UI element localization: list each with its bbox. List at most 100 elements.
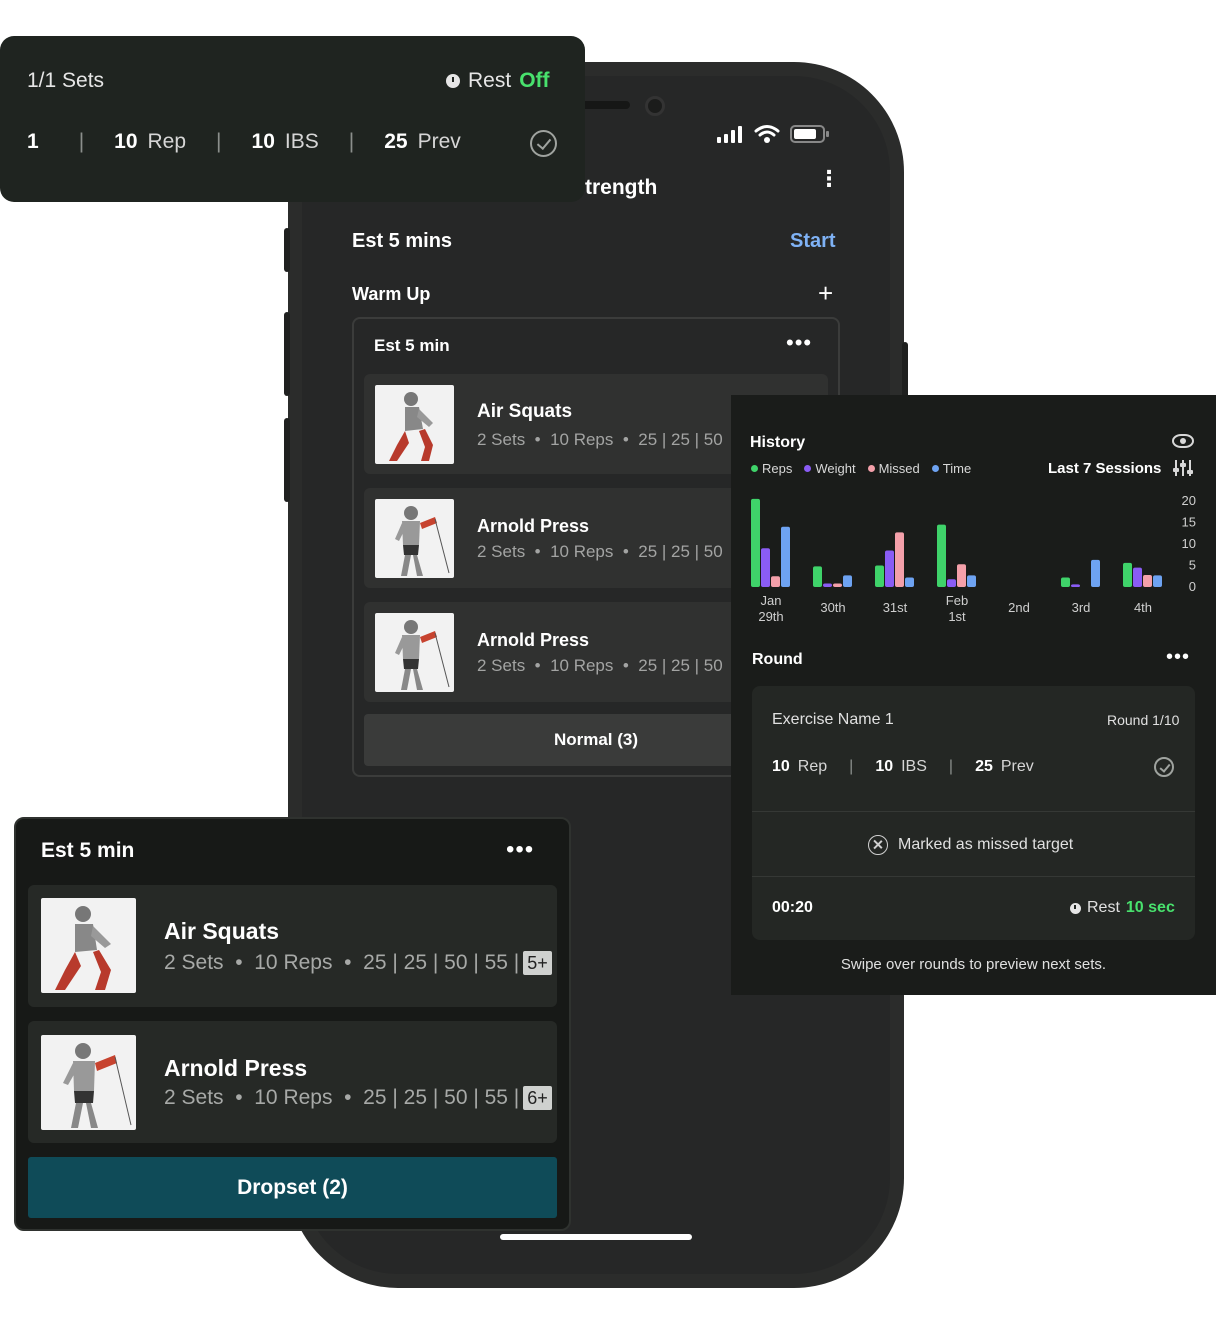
arnold-press-image [375, 499, 454, 578]
dot-separator: • [332, 1086, 364, 1109]
dot-separator: • [223, 1086, 255, 1109]
extra-sets-badge: 5+ [523, 951, 552, 975]
chart-bar-missed [771, 576, 780, 587]
reps-value[interactable]: 10 [772, 758, 790, 776]
filter-icon[interactable] [1173, 460, 1193, 476]
exercise-name: Exercise Name 1 [772, 711, 894, 728]
reps-unit: Rep [147, 130, 187, 153]
kebab-icon[interactable]: ⋮ [818, 168, 840, 190]
reps-count: 10 Reps [550, 656, 614, 675]
round-heading: Round [752, 651, 803, 668]
arnold-press-image [41, 1035, 136, 1130]
weight-unit: IBS [901, 758, 927, 775]
sets-count: 2 Sets [164, 951, 224, 974]
more-options-icon[interactable]: ••• [1166, 646, 1190, 669]
chart-bar-missed [833, 583, 842, 587]
check-circle-icon[interactable] [1154, 757, 1174, 777]
sessions-range[interactable]: Last 7 Sessions [1048, 460, 1161, 477]
phone-volume-up [284, 312, 290, 396]
reps-value[interactable]: 10 [114, 130, 137, 154]
air-squats-image [375, 385, 454, 464]
divider: | [948, 758, 954, 775]
weights: 25 | 25 | 50 | 55 | [363, 1086, 520, 1109]
extra-sets-badge: 6+ [523, 1086, 552, 1110]
wifi-icon [754, 125, 780, 143]
reps-count: 10 Reps [550, 542, 614, 561]
weight-value[interactable]: 10 [875, 758, 893, 776]
y-tick-label: 0 [1189, 579, 1196, 594]
round-values: 10 Rep | 10 IBS | 25 Prev [772, 758, 1034, 776]
legend-item: Reps [751, 461, 792, 476]
warmup-heading: Warm Up [352, 284, 431, 304]
reps-count: 10 Reps [254, 951, 333, 974]
x-tick-label: 31st [883, 600, 908, 615]
clock-icon [446, 74, 460, 88]
chart-bar-weight [761, 548, 770, 587]
phone-volume-down [284, 418, 290, 502]
check-circle-icon[interactable] [530, 130, 557, 157]
sets-count: 2 Sets [477, 430, 526, 449]
dot-separator: • [613, 430, 639, 449]
add-icon[interactable]: + [818, 278, 833, 309]
chart-bar-time [843, 575, 852, 587]
home-indicator [500, 1234, 692, 1240]
dot-separator: • [613, 656, 639, 675]
weight-unit: IBS [284, 130, 319, 153]
chart-bar-weight [885, 550, 894, 587]
phone-camera [645, 96, 665, 116]
exercise-name: Arnold Press [477, 630, 590, 650]
round-counter: Round 1/10 [1107, 712, 1180, 728]
more-options-icon[interactable]: ••• [786, 330, 812, 356]
more-options-icon[interactable]: ••• [506, 836, 534, 864]
dropset-button[interactable]: Dropset (2) [28, 1157, 557, 1218]
sets-progress: 1/1 Sets [27, 69, 105, 92]
rest-value: 10 sec [1125, 899, 1175, 916]
x-tick-label: Jan 29th [758, 593, 783, 624]
swipe-hint: Swipe over rounds to preview next sets. [840, 956, 1107, 973]
signal-icon [717, 126, 742, 143]
exercise-details: 2 Sets • 10 Reps • 25 | 25 | 50 [477, 430, 723, 450]
chart-bar-reps [875, 565, 884, 587]
weight-value[interactable]: 10 [252, 130, 275, 154]
exercise-details: 2 Sets • 10 Reps • 25 | 25 | 50 | 55 | 6+ [164, 1086, 552, 1110]
chart-bar-reps [1123, 562, 1132, 587]
rest-status: Off [519, 69, 550, 92]
missed-target-status: Marked as missed target [868, 835, 1073, 855]
divider: | [78, 130, 85, 153]
chart-bar-time [1091, 559, 1100, 587]
y-tick-label: 5 [1189, 558, 1196, 573]
divider: | [849, 758, 854, 775]
reps-count: 10 Reps [550, 430, 614, 449]
divider [752, 811, 1195, 812]
chart-bar-time [1153, 575, 1162, 587]
chart-bar-weight [823, 583, 832, 587]
card-title: Est 5 min [41, 839, 135, 862]
sets-count: 2 Sets [477, 656, 526, 675]
chart-bar-reps [813, 566, 822, 587]
dot-separator: • [525, 430, 551, 449]
card-title: Est 5 min [374, 336, 450, 355]
arnold-press-image [375, 613, 454, 692]
weights: 25 | 25 | 50 | 55 | [363, 951, 520, 974]
battery-icon [790, 125, 829, 143]
divider: | [348, 130, 355, 153]
air-squats-image [41, 898, 136, 993]
chart-bar-reps [751, 498, 760, 587]
exercise-details: 2 Sets • 10 Reps • 25 | 25 | 50 [477, 542, 723, 562]
rest-indicator: Rest 10 sec [1070, 899, 1175, 917]
weights: 25 | 25 | 50 [638, 656, 723, 675]
chart-bar-missed [1143, 574, 1152, 587]
chart-bar-missed [957, 564, 966, 587]
rest-toggle[interactable]: Rest Off [446, 69, 550, 93]
exercise-name: Air Squats [164, 918, 280, 944]
start-button[interactable]: Start [790, 230, 836, 253]
sets-count: 2 Sets [477, 542, 526, 561]
prev-value: 25 [975, 758, 993, 775]
eye-icon[interactable] [1172, 434, 1194, 448]
chart-bar-reps [937, 524, 946, 587]
legend-item: Missed [867, 461, 920, 476]
phone-speaker [580, 101, 630, 109]
reps-count: 10 Reps [254, 1086, 333, 1109]
status-bar [716, 124, 830, 144]
chart-bar-weight [1071, 584, 1080, 587]
